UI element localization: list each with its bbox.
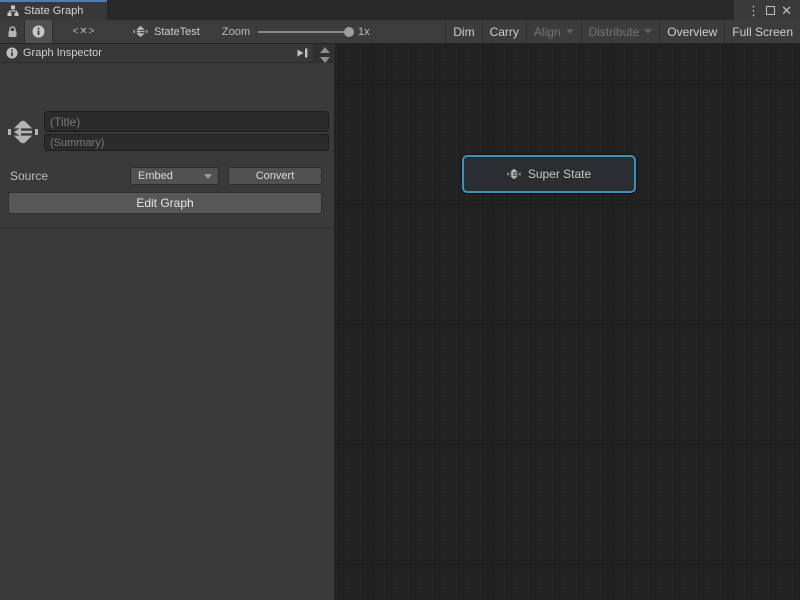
align-button[interactable]: Align <box>527 20 581 43</box>
page-up-icon[interactable] <box>320 47 330 53</box>
zoom-control: Zoom 1x <box>222 20 370 43</box>
node-label: Super State <box>528 167 591 181</box>
zoom-value: 1x <box>358 26 370 38</box>
summary-field[interactable] <box>44 134 329 151</box>
lock-button[interactable] <box>0 20 24 43</box>
chevron-down-icon <box>204 174 212 179</box>
zoom-slider[interactable] <box>258 31 350 33</box>
edit-graph-button[interactable]: Edit Graph <box>8 192 322 214</box>
overview-button[interactable]: Overview <box>660 20 724 43</box>
code-icon: <✕> <box>72 26 95 37</box>
toolbar: <✕> StateTest Zoom 1x Dim <box>0 20 800 44</box>
graph-name-label: StateTest <box>154 26 200 38</box>
page-down-icon[interactable] <box>320 57 330 63</box>
inspector-header-strip: Graph Inspector <box>0 44 335 63</box>
lock-icon <box>7 26 18 38</box>
source-dropdown[interactable]: Embed <box>130 167 219 185</box>
menu-icon[interactable]: ⋮ <box>747 4 760 17</box>
convert-button[interactable]: Convert <box>228 167 322 185</box>
zoom-label: Zoom <box>222 26 250 38</box>
window-controls: ⋮ ✕ <box>734 0 800 20</box>
state-machine-icon <box>133 24 148 39</box>
dock-panel-icon[interactable] <box>296 47 309 59</box>
distribute-button[interactable]: Distribute <box>582 20 660 43</box>
titlebar: State Graph ⋮ ✕ <box>0 0 800 20</box>
carry-button[interactable]: Carry <box>483 20 526 43</box>
maximize-icon[interactable] <box>766 4 775 17</box>
chevron-down-icon <box>644 29 652 34</box>
inspector-toggle-button[interactable] <box>25 20 52 43</box>
graph-reference[interactable]: StateTest <box>133 20 200 43</box>
graph-canvas[interactable]: Super State <box>336 44 800 600</box>
tab-title: State Graph <box>24 5 83 17</box>
toolbar-right-group: Dim Carry Align Distribute Overview Full… <box>445 20 800 43</box>
inspector-header[interactable]: Graph Inspector <box>0 44 314 63</box>
close-icon[interactable]: ✕ <box>781 4 792 17</box>
tab-state-graph[interactable]: State Graph <box>0 0 107 20</box>
overview-label: Overview <box>667 25 717 39</box>
title-field[interactable] <box>44 111 329 132</box>
state-machine-icon <box>507 167 521 181</box>
graph-tree-icon <box>7 5 19 17</box>
info-icon <box>32 25 45 38</box>
edit-graph-label: Edit Graph <box>136 196 193 210</box>
graph-inspector-panel: Graph Inspector Sou <box>0 44 335 600</box>
panel-divider <box>0 228 335 229</box>
full-screen-button[interactable]: Full Screen <box>725 20 800 43</box>
state-machine-icon-large <box>7 116 39 148</box>
align-label: Align <box>534 25 561 39</box>
dim-button[interactable]: Dim <box>446 20 481 43</box>
inspector-pager <box>316 44 333 66</box>
info-icon <box>6 47 18 59</box>
code-view-button[interactable]: <✕> <box>53 20 115 43</box>
chevron-down-icon <box>566 29 574 34</box>
convert-label: Convert <box>256 170 295 182</box>
source-dropdown-value: Embed <box>138 170 173 182</box>
zoom-slider-handle[interactable] <box>344 27 354 37</box>
inspector-header-title: Graph Inspector <box>23 47 102 59</box>
source-label: Source <box>10 169 48 183</box>
distribute-label: Distribute <box>589 25 640 39</box>
super-state-node[interactable]: Super State <box>462 155 636 193</box>
carry-label: Carry <box>490 25 519 39</box>
full-screen-label: Full Screen <box>732 25 793 39</box>
dim-label: Dim <box>453 25 474 39</box>
